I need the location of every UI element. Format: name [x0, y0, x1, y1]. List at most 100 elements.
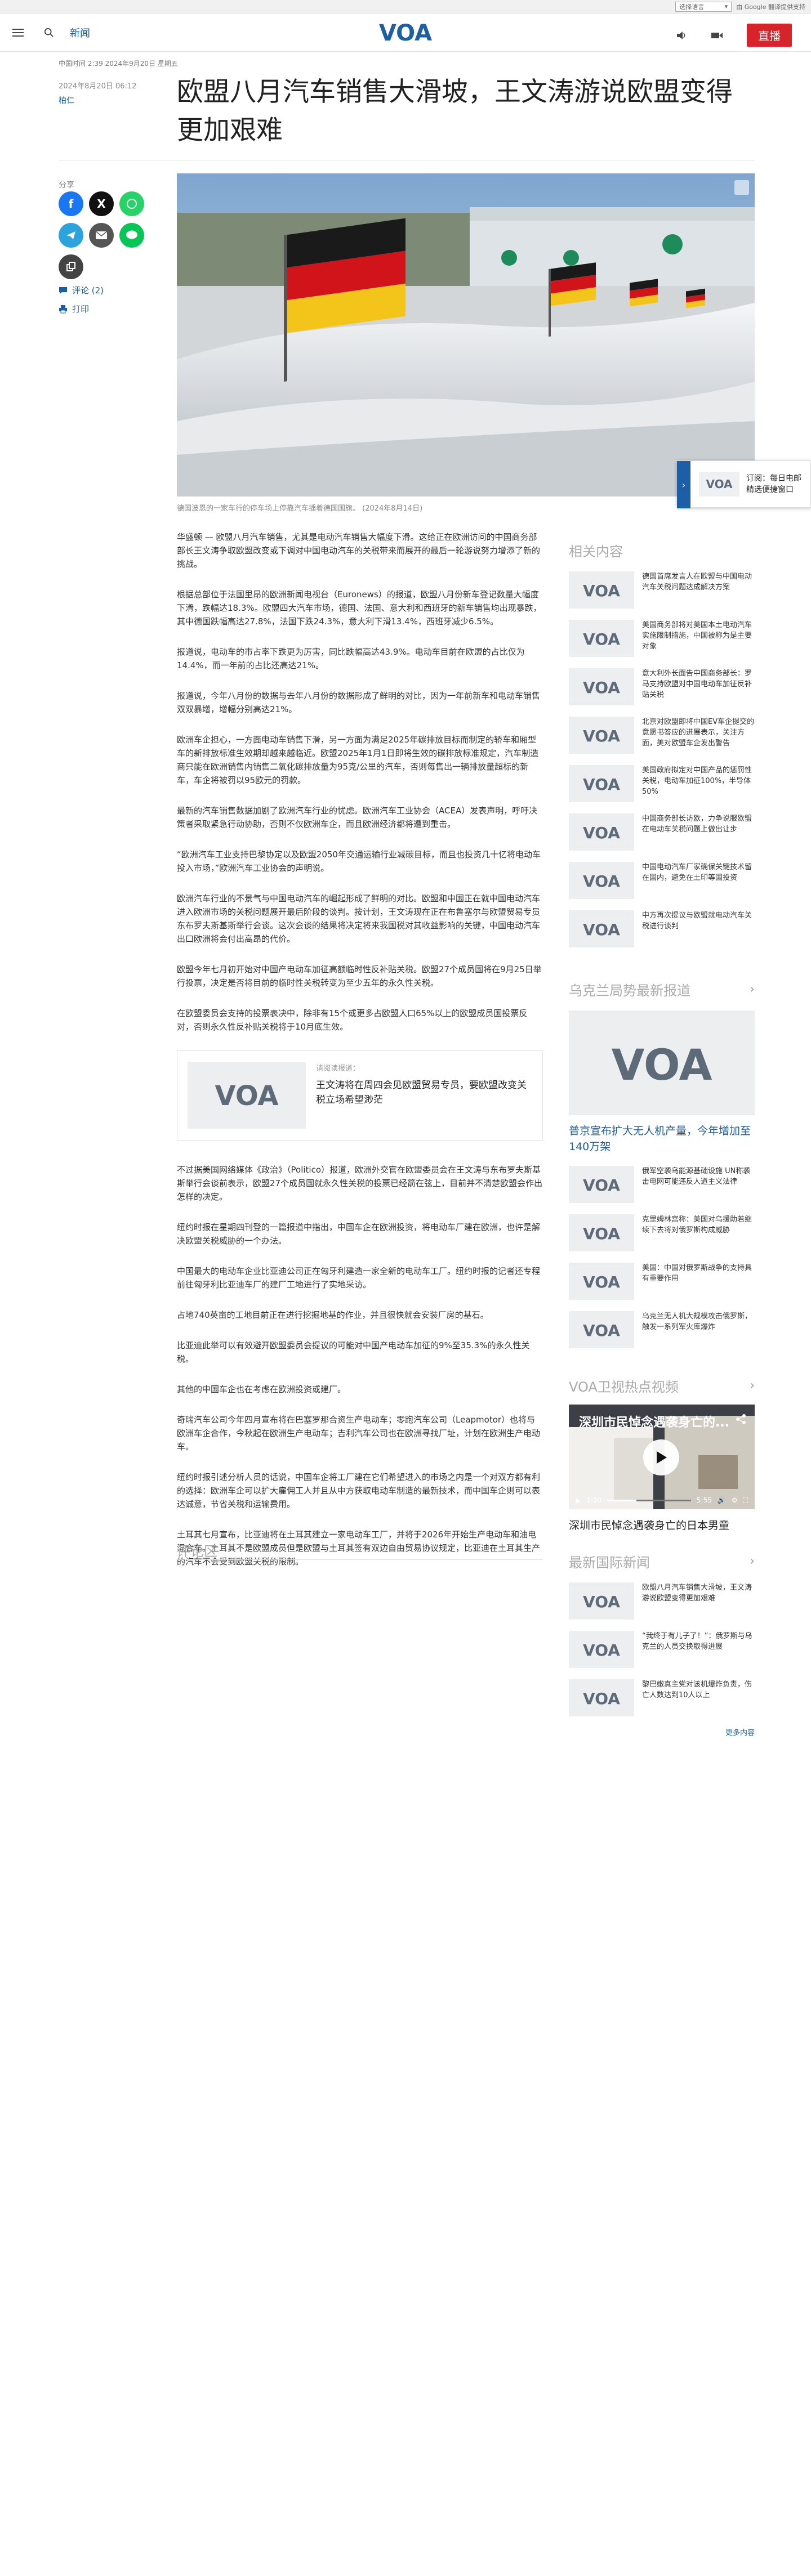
line-icon[interactable] — [119, 223, 144, 248]
publish-date: 2024年8月20日 06:12 — [59, 82, 137, 91]
whatsapp-icon[interactable] — [119, 191, 144, 216]
volume-icon[interactable]: 🔊 — [718, 1496, 726, 1504]
sidebar-story[interactable]: VOA 中方再次提议与欧盟就电动汽车关税进行谈判 — [569, 910, 755, 947]
image-caption: 德国波恩的一家车行的停车场上停靠汽车插着德国国旗。 (2024年8月14日) — [177, 504, 423, 513]
comment-link[interactable]: 评论 (2) — [59, 284, 104, 296]
audio-icon[interactable] — [676, 30, 687, 41]
ukraine-heading[interactable]: 乌克兰局势最新报道 › — [569, 980, 755, 999]
story-thumbnail: VOA — [569, 668, 634, 705]
ukraine-feature-title[interactable]: 普京宣布扩大无人机产量，今年增加至140万架 — [569, 1123, 755, 1155]
sidebar-story[interactable]: VOA 中国电动汽车厂家确保关键技术留在国内，避免在土印等国投资 — [569, 862, 755, 899]
story-thumbnail: VOA — [569, 1311, 634, 1348]
sidebar-story[interactable]: VOA 意大利外长面告中国商务部长：罗马支持欧盟对中国电动车加征反补贴关税 — [569, 668, 755, 705]
x-twitter-icon[interactable]: X — [89, 191, 114, 216]
story-thumbnail: VOA — [569, 1166, 634, 1203]
chevron-right-icon: › — [750, 982, 755, 996]
sidebar-story[interactable]: VOA 克里姆林宫称：美国对乌援助若继续下去将对俄罗斯构成威胁 — [569, 1214, 755, 1251]
live-button[interactable]: 直播 — [747, 24, 792, 47]
ukraine-feature-image[interactable]: VOA — [569, 1010, 755, 1115]
sidebar-story[interactable]: VOA 欧盟八月汽车销售大滑坡，王文涛游说欧盟变得更加艰难 — [569, 1582, 755, 1620]
telegram-icon[interactable] — [59, 223, 83, 248]
svg-text:VOA: VOA — [583, 727, 620, 744]
related-title[interactable]: 王文涛将在周四会见欧盟贸易专员，要欧盟改变关税立场希望渺茫 — [316, 1078, 532, 1107]
play-button[interactable] — [643, 1439, 679, 1475]
story-thumbnail: VOA — [569, 717, 634, 754]
language-select-label: 选择语言 — [679, 3, 705, 11]
story-title[interactable]: 意大利外长面告中国商务部长：罗马支持欧盟对中国电动车加征反补贴关税 — [642, 668, 755, 705]
sidebar-story[interactable]: VOA 美国商务部将对美国本土电动汽车实施限制措施，中国被称为是主要对象 — [569, 620, 755, 657]
translate-powered-text: 由 Google 翻译提供支持 — [736, 3, 805, 11]
header-actions: 直播 — [676, 24, 792, 47]
story-title[interactable]: 美国商务部将对美国本土电动汽车实施限制措施，中国被称为是主要对象 — [642, 620, 755, 657]
article-paragraph: 土耳其七月宣布，比亚迪将在土耳其建立一家电动车工厂，并将于2026年开始生产电动… — [177, 1530, 541, 1567]
comments-heading: 评论区 — [177, 1544, 217, 1559]
video-caption[interactable]: 深圳市民悼念遇袭身亡的日本男童 — [569, 1517, 755, 1532]
story-title[interactable]: “我终于有儿子了！”：俄罗斯与乌克兰的人员交换取得进展 — [642, 1631, 755, 1668]
share-buttons: f X — [59, 191, 149, 279]
story-title[interactable]: 中方再次提议与欧盟就电动汽车关税进行谈判 — [642, 910, 755, 947]
intl-heading[interactable]: 最新国际新闻 › — [569, 1551, 755, 1571]
story-title[interactable]: 俄军空袭乌能源基础设施 UN称袭击电网可能违反人道主义法律 — [642, 1166, 755, 1203]
video-progress[interactable] — [607, 1499, 691, 1501]
ukraine-heading-text: 乌克兰局势最新报道 — [569, 983, 690, 999]
story-title[interactable]: 乌克兰无人机大规模攻击俄罗斯，触发一系列军火库爆炸 — [642, 1311, 755, 1348]
story-title[interactable]: 克里姆林宫称：美国对乌援助若继续下去将对俄罗斯构成威胁 — [642, 1214, 755, 1251]
newsletter-line2: 精选便捷窗口 — [746, 485, 794, 494]
share-icon[interactable] — [736, 1414, 747, 1425]
video-icon[interactable] — [711, 31, 723, 40]
sidebar-story[interactable]: VOA 美国：中国对俄罗斯战争的支持具有重要作用 — [569, 1263, 755, 1300]
sidebar-story[interactable]: VOA 美国政府拟定对中国产品的惩罚性关税，电动车加征100%，半导体50% — [569, 765, 755, 802]
menu-icon[interactable] — [12, 28, 24, 37]
play-icon[interactable]: ▶ — [576, 1496, 581, 1504]
sidebar-story[interactable]: VOA 北京对欧盟即将中国EV车企提交的意愿书答应的进展表示，关注方面，美对欧盟车… — [569, 717, 755, 754]
chevron-right-icon: › — [750, 1554, 755, 1568]
story-title[interactable]: 美国：中国对俄罗斯战争的支持具有重要作用 — [642, 1263, 755, 1300]
article-paragraph: 最新的汽车销售数据加剧了欧洲汽车行业的忧虑。欧洲汽车工业协会（ACEA）发表声明… — [177, 806, 538, 829]
video-player[interactable]: 深圳市民悼念遇袭身亡的... ▶ 1:20 5:55 🔊 ⚙ ⛶ — [569, 1405, 755, 1509]
sidebar-story[interactable]: VOA 德国首席发言人在欧盟与中国电动汽车关税问题达成解决方案 — [569, 571, 755, 609]
inline-related-story[interactable]: VOA 请阅读报道： 王文涛将在周四会见欧盟贸易专员，要欧盟改变关税立场希望渺茫 — [177, 1050, 543, 1141]
sidebar-story[interactable]: VOA 乌克兰无人机大规模攻击俄罗斯，触发一系列军火库爆炸 — [569, 1311, 755, 1348]
more-link[interactable]: 更多内容 — [569, 1727, 755, 1737]
story-title[interactable]: 北京对欧盟即将中国EV车企提交的意愿书答应的进展表示，关注方面，美对欧盟车企发出… — [642, 717, 755, 754]
share-label: 分享 — [59, 181, 74, 190]
story-title[interactable]: 黎巴嫩真主党对该机爆炸负责，伤亡人数达到10人以上 — [642, 1679, 755, 1716]
svg-text:VOA: VOA — [215, 1081, 279, 1110]
voa-logo[interactable]: VOA — [377, 20, 434, 45]
video-heading-text: VOA卫视热点视频 — [569, 1379, 679, 1395]
article-paragraph: 占地740英亩的工地目前正在进行挖掘地基的作业，并且很快就会安装厂房的基石。 — [177, 1310, 489, 1320]
article-paragraph: 报道说，电动车的市占率下跌更为厉害，同比跌幅高达43.9%。电动车目前在欧盟的占… — [177, 647, 525, 670]
svg-text:VOA: VOA — [583, 630, 620, 647]
copy-link-icon[interactable] — [59, 254, 83, 279]
story-title[interactable]: 美国政府拟定对中国产品的惩罚性关税，电动车加征100%，半导体50% — [642, 765, 755, 802]
story-title[interactable]: 欧盟八月汽车销售大滑坡，王文涛游说欧盟变得更加艰难 — [642, 1582, 755, 1620]
search-icon[interactable] — [44, 28, 54, 38]
language-select[interactable]: 选择语言 ▾ — [675, 1, 732, 12]
article-paragraph: 其他的中国车企也在考虑在欧洲投资或建厂。 — [177, 1384, 346, 1394]
svg-text:VOA: VOA — [583, 1273, 620, 1290]
sidebar-story[interactable]: VOA “我终于有儿子了！”：俄罗斯与乌克兰的人员交换取得进展 — [569, 1631, 755, 1668]
chevron-right-icon[interactable]: › — [677, 461, 690, 508]
story-thumbnail: VOA — [569, 910, 634, 947]
sidebar-story[interactable]: VOA 黎巴嫩真主党对该机爆炸负责，伤亡人数达到10人以上 — [569, 1679, 755, 1716]
chevron-right-icon: › — [750, 1379, 755, 1393]
sidebar-story[interactable]: VOA 中国商务部长访欧，力争说服欧盟在电动车关税问题上做出让步 — [569, 813, 755, 851]
related-kicker: 请阅读报道： — [316, 1065, 360, 1073]
story-title[interactable]: 中国商务部长访欧，力争说服欧盟在电动车关税问题上做出让步 — [642, 813, 755, 851]
email-icon[interactable] — [89, 223, 114, 248]
sidebar-story[interactable]: VOA 俄军空袭乌能源基础设施 UN称袭击电网可能违反人道主义法律 — [569, 1166, 755, 1203]
svg-text:VOA: VOA — [583, 1176, 620, 1193]
author-link[interactable]: 柏仁 — [59, 95, 74, 106]
story-title[interactable]: 中国电动汽车厂家确保关键技术留在国内，避免在土印等国投资 — [642, 862, 755, 899]
video-heading[interactable]: VOA卫视热点视频 › — [569, 1376, 755, 1396]
fullscreen-icon[interactable]: ⛶ — [743, 1496, 748, 1505]
newsletter-popup[interactable]: › VOA 订阅：每日电邮 精选便捷窗口 — [677, 460, 811, 508]
facebook-icon[interactable]: f — [59, 191, 83, 216]
section-link-news[interactable]: 新闻 — [70, 25, 90, 40]
article-paragraph: 奇瑞汽车公司今年四月宣布将在巴塞罗那合资生产电动车；零跑汽车公司（Leapmot… — [177, 1415, 541, 1452]
story-title[interactable]: 德国首席发言人在欧盟与中国电动汽车关税问题达成解决方案 — [642, 571, 755, 609]
settings-icon[interactable]: ⚙ — [732, 1496, 738, 1504]
site-header: 新闻 VOA 直播 — [0, 14, 811, 52]
article-paragraph: 华盛顿 — 欧盟八月汽车销售，尤其是电动汽车销售大幅度下滑。这给正在欧洲访问的中… — [177, 532, 541, 569]
print-link[interactable]: 打印 — [59, 303, 89, 315]
